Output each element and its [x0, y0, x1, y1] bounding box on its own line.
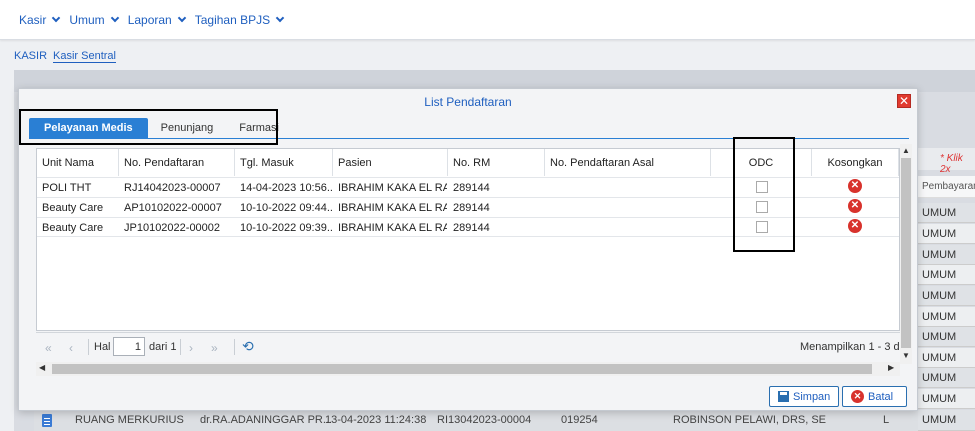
background-cell: UMUM [918, 389, 975, 409]
save-button[interactable]: Simpan [769, 386, 840, 407]
list-pendaftaran-dialog: List Pendaftaran ✕ Pelayanan Medis Penun… [18, 88, 918, 411]
column-header-no-pendaftaran[interactable]: No. Pendaftaran [119, 149, 235, 176]
clear-icon[interactable]: ✕ [848, 199, 862, 213]
background-cell: UMUM [918, 368, 975, 388]
scroll-right-icon[interactable]: ▶ [888, 363, 894, 372]
vertical-scrollbar[interactable]: ▲ ▼ [900, 144, 912, 364]
paging-info: Menampilkan 1 - 3 da [800, 341, 900, 353]
cancel-icon: ✕ [851, 390, 864, 403]
first-page-icon[interactable]: « [45, 341, 52, 355]
chevron-down-icon [275, 13, 285, 22]
save-icon [778, 391, 789, 402]
annotation-box-odc [733, 137, 795, 252]
column-header-no-rm[interactable]: No. RM [448, 149, 545, 176]
scroll-up-icon[interactable]: ▲ [902, 146, 910, 155]
background-cell: UMUM [918, 203, 975, 223]
column-header-tgl-masuk[interactable]: Tgl. Masuk [235, 149, 333, 176]
pager-separator [180, 339, 181, 355]
background-cell: UMUM [918, 286, 975, 306]
top-navigation: Kasir Umum Laporan Tagihan BPJS [0, 0, 975, 40]
pagination-bar: « ‹ Hal 1 dari 1 › » ⟲ Menampilkan 1 - 3… [36, 332, 900, 362]
background-cell: UMUM [918, 410, 975, 431]
clear-icon[interactable]: ✕ [848, 179, 862, 193]
menu-tagihan-bpjs[interactable]: Tagihan BPJS [195, 13, 285, 27]
chevron-down-icon [177, 13, 186, 22]
prev-page-icon[interactable]: ‹ [69, 341, 73, 355]
column-header-kosongkan[interactable]: Kosongkan [812, 149, 899, 176]
next-page-icon[interactable]: › [189, 341, 193, 355]
vertical-scroll-thumb[interactable] [901, 158, 911, 348]
background-cell: UMUM [918, 245, 975, 265]
background-table-row[interactable]: RUANG MERKURIUS dr.RA.ADANINGGAR PR... 1… [34, 410, 918, 431]
annotation-box-tabs [19, 109, 278, 145]
breadcrumb-kasir-sentral[interactable]: Kasir Sentral [53, 50, 116, 63]
cancel-button[interactable]: ✕ Batal [842, 386, 907, 407]
refresh-icon[interactable]: ⟲ [242, 338, 254, 355]
menu-laporan[interactable]: Laporan [128, 13, 186, 27]
horizontal-scrollbar[interactable]: ◀ ▶ [36, 362, 900, 376]
document-icon [42, 414, 52, 427]
chevron-down-icon [110, 13, 119, 22]
column-header-no-pendaftaran-asal[interactable]: No. Pendaftaran Asal [545, 149, 711, 176]
breadcrumb-kasir[interactable]: KASIR [14, 50, 47, 63]
dialog-title: List Pendaftaran [424, 95, 512, 109]
background-cell: UMUM [918, 224, 975, 244]
background-cell: UMUM [918, 348, 975, 368]
page-count: dari 1 [149, 341, 177, 353]
page-label: Hal [94, 341, 111, 353]
column-header-pasien[interactable]: Pasien [333, 149, 448, 176]
page-number-input[interactable]: 1 [113, 337, 145, 356]
breadcrumb: KASIR Kasir Sentral [14, 50, 116, 63]
scroll-down-icon[interactable]: ▼ [902, 351, 910, 360]
scroll-left-icon[interactable]: ◀ [39, 363, 45, 372]
menu-kasir[interactable]: Kasir [19, 13, 61, 27]
last-page-icon[interactable]: » [211, 341, 218, 355]
background-column-header: Pembayaran [918, 176, 975, 198]
pager-separator [234, 339, 235, 355]
background-cell: UMUM [918, 265, 975, 285]
close-icon[interactable]: ✕ [897, 94, 911, 108]
column-header-unit-nama[interactable]: Unit Nama [37, 149, 119, 176]
pager-separator [88, 339, 89, 355]
horizontal-scroll-thumb[interactable] [52, 364, 872, 374]
clear-icon[interactable]: ✕ [848, 219, 862, 233]
chevron-down-icon [52, 13, 61, 22]
background-cell: UMUM [918, 307, 975, 327]
menu-umum[interactable]: Umum [69, 13, 119, 27]
background-cell: UMUM [918, 327, 975, 347]
